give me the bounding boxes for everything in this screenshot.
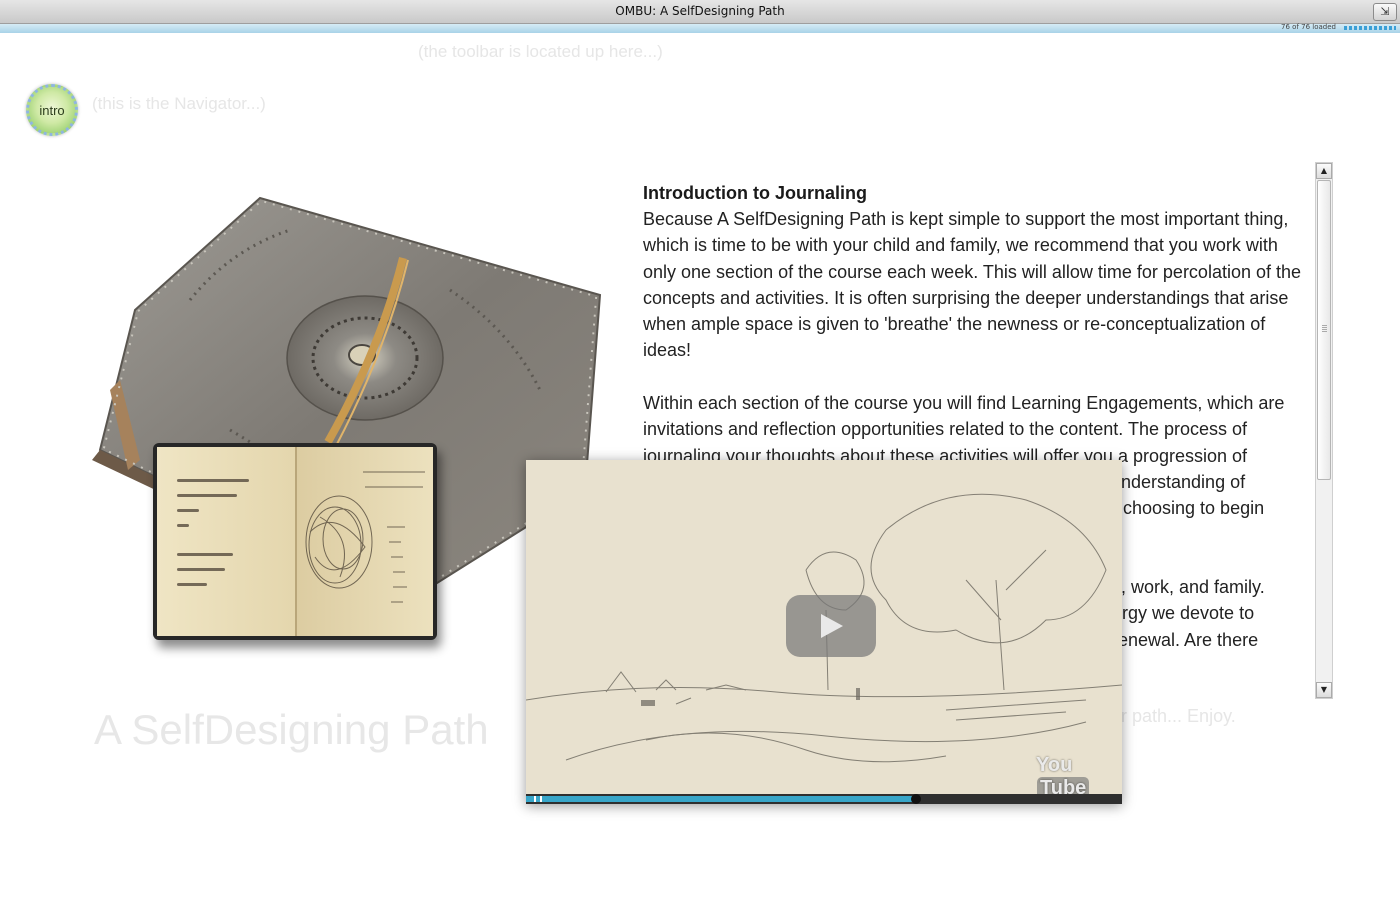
youtube-logo-you: You: [1036, 754, 1073, 776]
toolbar-hint: (the toolbar is located up here...): [418, 42, 663, 61]
scrollbar-thumb[interactable]: [1317, 180, 1331, 480]
video-play-icon[interactable]: [786, 595, 876, 657]
article-fragment: r choosing to begin: [1112, 498, 1265, 519]
article-fragment: nderstanding of: [1121, 472, 1246, 492]
article-heading: Introduction to Journaling: [643, 183, 867, 203]
article-paragraph-2: Within each section of the course you wi…: [643, 393, 1285, 466]
book-left-page: [157, 447, 295, 636]
pause-icon[interactable]: [534, 796, 542, 802]
article-fragment: ergy we devote to: [1112, 603, 1255, 624]
video-player[interactable]: YouTube: [526, 460, 1122, 804]
fullscreen-icon[interactable]: ⇲: [1373, 3, 1397, 21]
loading-bar: 76 of 76 loaded: [0, 23, 1400, 33]
article-fragment: s, work, and family.: [1112, 577, 1265, 598]
window-title-bar: OMBU: A SelfDesigning Path ⇲: [0, 0, 1400, 24]
open-book-image: [153, 443, 437, 640]
page-title: A SelfDesigning Path: [94, 706, 489, 753]
scroll-down-icon[interactable]: ▼: [1316, 682, 1332, 698]
video-progress-fill: [526, 796, 917, 802]
navigator-intro-button[interactable]: intro: [26, 84, 78, 136]
article-fragment: renewal. Are there: [1112, 629, 1259, 650]
scroll-up-icon[interactable]: ▲: [1316, 163, 1332, 179]
video-scrubber-handle[interactable]: [911, 794, 922, 804]
navigator-hint: (this is the Navigator...): [92, 94, 266, 113]
book-right-page: [295, 447, 433, 636]
window-title: OMBU: A SelfDesigning Path: [615, 4, 785, 18]
navigator-label: intro: [39, 103, 65, 118]
book-gutter: [295, 447, 297, 636]
loading-progress-indicator: [1344, 26, 1396, 30]
video-progress-bar[interactable]: [526, 794, 1122, 804]
article-scrollbar[interactable]: ▲ ▼: [1315, 162, 1333, 699]
article-visible-fragments: nderstanding of r choosing to begin s, w…: [1112, 469, 1308, 653]
article-paragraph-1: Because A SelfDesigning Path is kept sim…: [643, 209, 1302, 361]
loading-status: 76 of 76 loaded: [1281, 23, 1336, 31]
